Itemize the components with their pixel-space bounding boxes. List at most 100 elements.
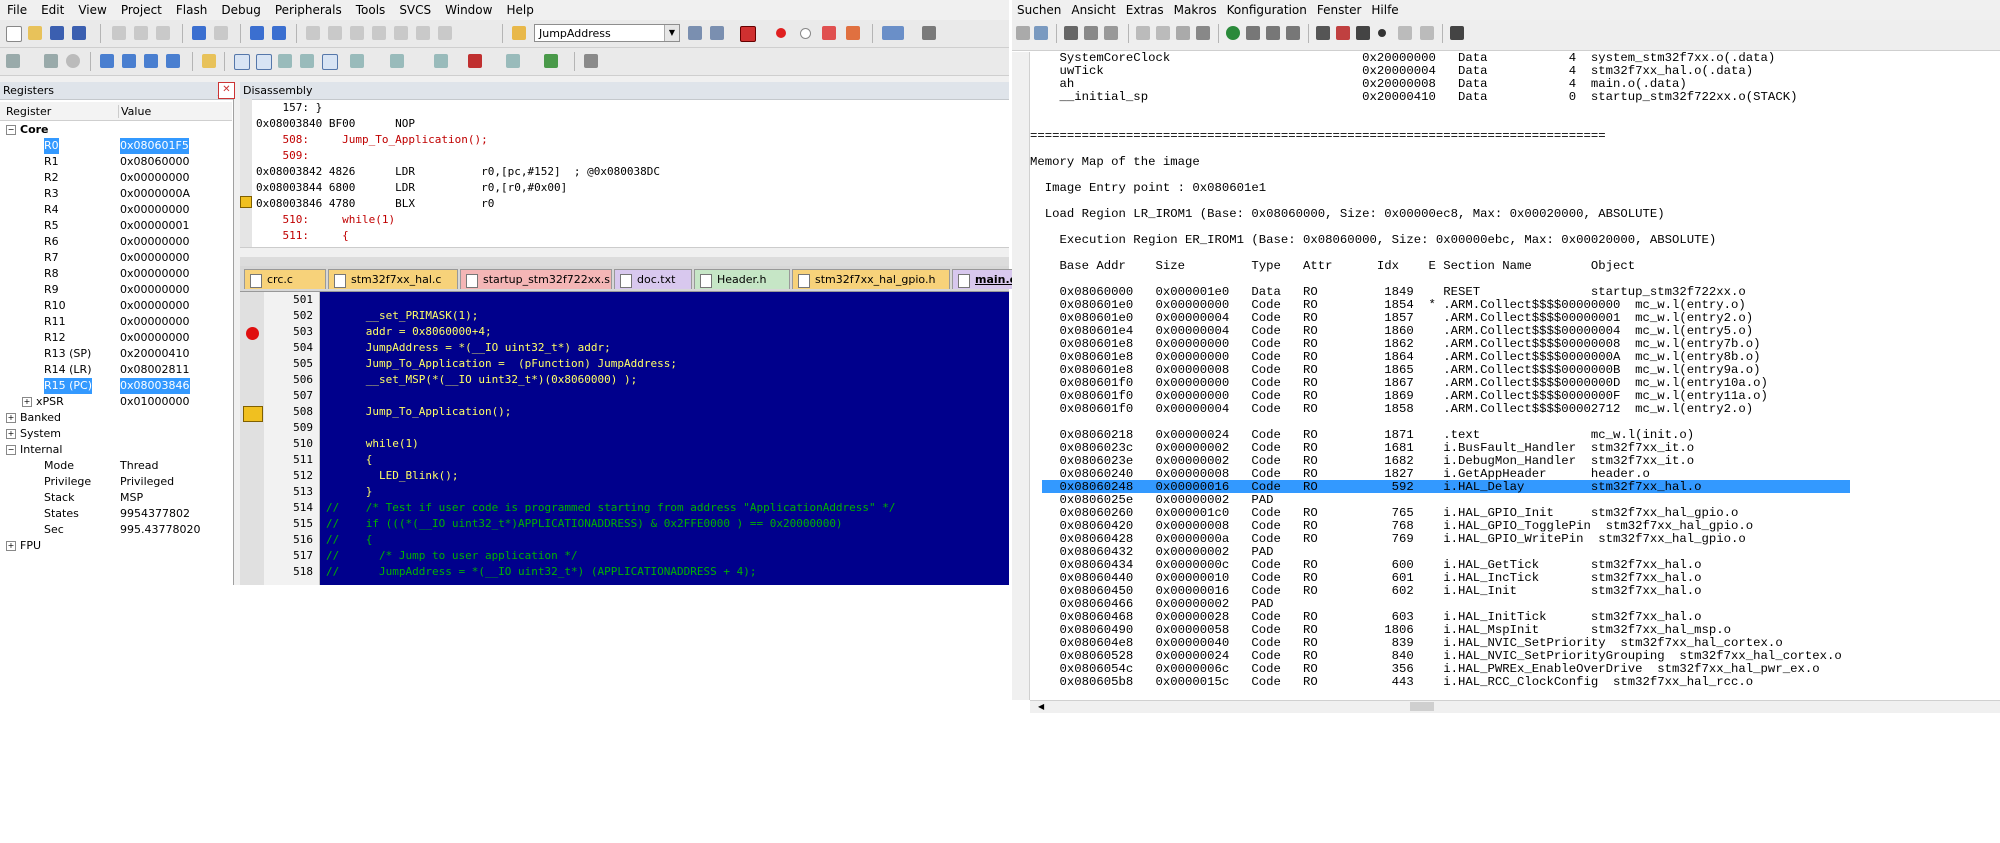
menu-makros[interactable]: Makros <box>1169 0 1222 20</box>
register-value[interactable]: 0x080601F5 <box>120 138 189 154</box>
prev-bookmark-icon[interactable] <box>328 26 342 40</box>
register-value[interactable]: MSP <box>120 490 143 506</box>
register-row[interactable]: Privilege Privileged <box>0 474 232 490</box>
register-value[interactable]: 0x00000000 <box>120 282 190 298</box>
macro-play-icon[interactable] <box>1356 26 1370 40</box>
expand-icon[interactable]: + <box>6 413 16 423</box>
register-row[interactable]: + Banked <box>0 410 232 426</box>
register-row[interactable]: + xPSR 0x01000000 <box>0 394 232 410</box>
window-layout-icon[interactable] <box>882 26 904 40</box>
map-text-line[interactable]: 0x080605b8 0x0000015c Code RO 443 i.HAL_… <box>1030 676 1754 689</box>
menu-extras[interactable]: Extras <box>1121 0 1169 20</box>
insert-breakpoint-icon[interactable] <box>776 28 786 38</box>
map-text-line[interactable]: Base Addr Size Type Attr Idx E Section N… <box>1030 260 1636 273</box>
code-line[interactable]: 508 Jump_To_Application(); <box>240 404 1009 420</box>
check-icon[interactable] <box>1266 26 1280 40</box>
next-icon[interactable] <box>1420 26 1434 40</box>
code-line[interactable]: 504 JumpAddress = *(__IO uint32_t*) addr… <box>240 340 1009 356</box>
menu-view[interactable]: View <box>71 0 113 20</box>
register-row[interactable]: R0 0x080601F5 <box>0 138 232 154</box>
code-line[interactable]: 513 } <box>240 484 1009 500</box>
cut-icon[interactable] <box>1064 26 1078 40</box>
register-row[interactable]: R3 0x0000000A <box>0 186 232 202</box>
map-vertical-scrollbar[interactable] <box>1012 52 1030 700</box>
word-wrap-icon[interactable] <box>1176 26 1190 40</box>
tab-stm32f7xx-hal-gpio-h[interactable]: stm32f7xx_hal_gpio.h <box>792 269 950 289</box>
menu-help[interactable]: Help <box>499 0 540 20</box>
code-line[interactable]: 518 // JumpAddress = *(__IO uint32_t*) (A… <box>240 564 1009 580</box>
tab-crc-c[interactable]: crc.c <box>244 269 326 289</box>
disassembly-window-icon[interactable] <box>256 54 272 70</box>
menu-svcs[interactable]: SVCS <box>392 0 438 20</box>
disassembly-line[interactable]: 157: } <box>256 100 322 115</box>
register-row[interactable]: Stack MSP <box>0 490 232 506</box>
menu-project[interactable]: Project <box>114 0 169 20</box>
spellcheck-icon[interactable] <box>1246 26 1260 40</box>
disassembly-line[interactable]: 0x08003844 6800 LDR r0,[r0,#0x00] <box>256 180 567 195</box>
register-row[interactable]: R13 (SP) 0x20000410 <box>0 346 232 362</box>
register-value[interactable]: Privileged <box>120 474 174 490</box>
register-value[interactable]: Thread <box>120 458 158 474</box>
run-to-cursor-icon[interactable] <box>166 54 180 68</box>
collapse-icon[interactable]: − <box>6 125 16 135</box>
configure-icon[interactable] <box>922 26 936 40</box>
register-value[interactable]: 0x00000000 <box>120 314 190 330</box>
navigate-forward-icon[interactable] <box>272 26 286 40</box>
register-row[interactable]: R5 0x00000001 <box>0 218 232 234</box>
macro-icon[interactable] <box>1316 26 1330 40</box>
disassembly-line[interactable]: 0x08003840 BF00 NOP <box>256 116 415 131</box>
toolbox-icon[interactable] <box>584 54 598 68</box>
step-over-icon[interactable] <box>122 54 136 68</box>
map-text-line[interactable]: Execution Region ER_IROM1 (Base: 0x08060… <box>1030 234 1717 247</box>
open-folder-icon[interactable] <box>28 26 42 40</box>
chevron-down-icon[interactable]: ▼ <box>664 25 679 41</box>
compare-icon[interactable] <box>1286 26 1300 40</box>
register-row[interactable]: R15 (PC) 0x08003846 <box>0 378 232 394</box>
expand-icon[interactable]: + <box>6 541 16 551</box>
register-value[interactable]: 9954377802 <box>120 506 190 522</box>
register-value[interactable]: 0x08003846 <box>120 378 190 394</box>
code-line[interactable]: 512 LED_Blink(); <box>240 468 1009 484</box>
record-icon[interactable] <box>1378 29 1386 37</box>
close-icon[interactable]: ✕ <box>218 82 235 99</box>
disassembly-line[interactable]: 511: { <box>256 228 348 243</box>
code-editor[interactable]: 501 502 __set_PRIMASK(1); 503 addr = 0x806… <box>240 292 1009 585</box>
col-value[interactable]: Value <box>118 105 151 118</box>
menu-tools[interactable]: Tools <box>349 0 393 20</box>
globe-icon[interactable] <box>1226 26 1240 40</box>
scroll-left-icon[interactable]: ◀ <box>1038 702 1047 711</box>
code-line[interactable]: 516 // { <box>240 532 1009 548</box>
uncomment-icon[interactable] <box>438 26 452 40</box>
register-row[interactable]: + FPU <box>0 538 232 554</box>
map-text-area[interactable]: SystemCoreClock 0x20000000 Data 4 system… <box>1030 52 2000 700</box>
register-value[interactable]: 0x20000410 <box>120 346 190 362</box>
register-row[interactable]: R8 0x00000000 <box>0 266 232 282</box>
register-row[interactable]: R11 0x00000000 <box>0 314 232 330</box>
code-line[interactable]: 506 __set_MSP(*(__IO uint32_t*)(0x806000… <box>240 372 1009 388</box>
register-row[interactable]: + System <box>0 426 232 442</box>
search-icon[interactable] <box>1016 26 1030 40</box>
trace-window-icon[interactable] <box>506 54 520 68</box>
code-line[interactable]: 502 __set_PRIMASK(1); <box>240 308 1009 324</box>
register-row[interactable]: − Internal <box>0 442 232 458</box>
register-row[interactable]: R10 0x00000000 <box>0 298 232 314</box>
undo-icon[interactable] <box>192 26 206 40</box>
view-icon[interactable] <box>1034 26 1048 40</box>
menu-suchen[interactable]: Suchen <box>1012 0 1066 20</box>
memory-window-icon[interactable] <box>390 54 404 68</box>
menu-konfiguration[interactable]: Konfiguration <box>1222 0 1312 20</box>
register-value[interactable]: 0x01000000 <box>120 394 190 410</box>
register-value[interactable]: 0x0000000A <box>120 186 190 202</box>
code-line[interactable]: 507 <box>240 388 1009 404</box>
register-value[interactable]: 0x08002811 <box>120 362 190 378</box>
menu-fenster[interactable]: Fenster <box>1312 0 1367 20</box>
menu-hilfe[interactable]: Hilfe <box>1366 0 1403 20</box>
redo-icon[interactable] <box>1156 26 1170 40</box>
step-out-icon[interactable] <box>144 54 158 68</box>
paragraph-icon[interactable] <box>1196 26 1210 40</box>
registers-window-icon[interactable] <box>300 54 314 68</box>
paste-icon[interactable] <box>156 26 170 40</box>
undo-icon[interactable] <box>1136 26 1150 40</box>
stop-icon[interactable] <box>66 54 80 68</box>
map-text-line[interactable]: ========================================… <box>1030 130 1606 143</box>
